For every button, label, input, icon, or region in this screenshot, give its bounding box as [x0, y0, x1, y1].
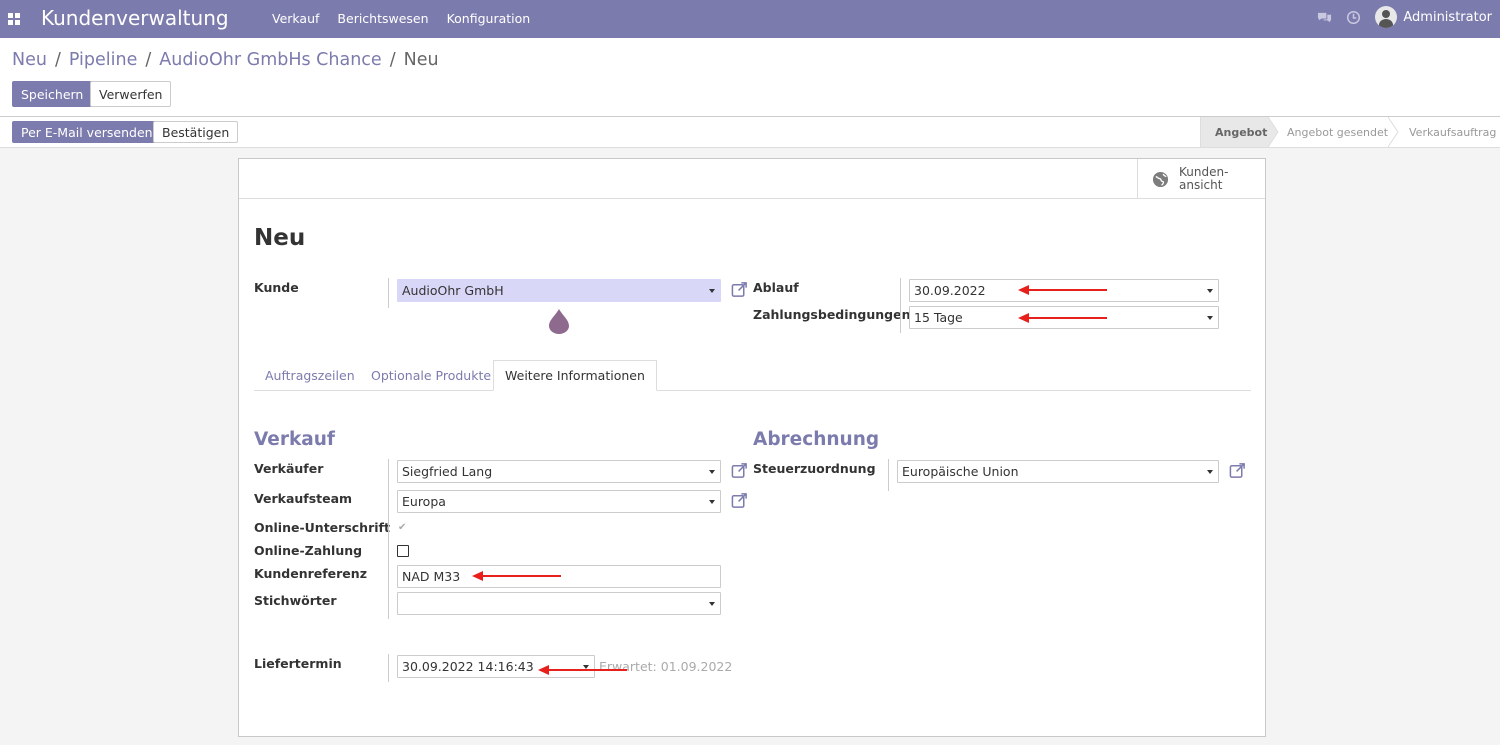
user-name[interactable]: Administrator: [1403, 10, 1492, 25]
control-panel: Neu / Pipeline / AudioOhr GmbHs Chance /…: [0, 38, 1500, 117]
delivery-date-field[interactable]: 30.09.2022 14:16:43: [397, 655, 595, 678]
chevron-down-icon: [709, 602, 715, 606]
send-email-button[interactable]: Per E-Mail versenden: [12, 121, 162, 143]
stage-separator: [1268, 117, 1279, 147]
confirm-button[interactable]: Bestätigen: [153, 121, 239, 143]
stage-angebot-gesendet[interactable]: Angebot gesendet: [1287, 117, 1388, 147]
stage-separator: [1388, 117, 1399, 147]
external-link-icon[interactable]: [731, 492, 748, 509]
statusbar-divider: [1200, 117, 1201, 147]
delivery-date-label: Liefertermin: [254, 656, 342, 671]
chevron-down-icon: [1207, 316, 1213, 320]
expiration-label: Ablauf: [753, 280, 799, 295]
online-signature-label: Online-Unterschrift: [254, 520, 390, 535]
customer-value: AudioOhr GmbH: [402, 283, 504, 298]
tab-weitere-informationen[interactable]: Weitere Informationen: [493, 360, 657, 391]
field-divider: [388, 278, 389, 308]
user-avatar[interactable]: [1375, 6, 1398, 28]
breadcrumb-separator: /: [54, 50, 61, 70]
chat-icon[interactable]: [1317, 10, 1332, 25]
activity-clock-icon[interactable]: [1346, 10, 1361, 25]
external-link-icon[interactable]: [731, 462, 748, 479]
annotation-arrow: [1018, 313, 1107, 323]
breadcrumb-current: Neu: [403, 50, 439, 70]
delivery-date-value: 30.09.2022 14:16:43: [402, 659, 534, 674]
breadcrumb-item[interactable]: Pipeline: [69, 50, 138, 70]
save-button[interactable]: Speichern: [12, 81, 93, 107]
menu-item-verkauf[interactable]: Verkauf: [272, 11, 319, 26]
annotation-arrow: [1018, 285, 1107, 295]
tags-select[interactable]: [397, 592, 721, 615]
external-link-icon[interactable]: [731, 281, 748, 298]
customer-reference-value: NAD M33: [402, 569, 461, 584]
field-divider: [900, 278, 901, 333]
online-payment-checkbox[interactable]: [397, 545, 409, 557]
payment-terms-value: 15 Tage: [914, 310, 963, 325]
button-box: Kunden- ansicht: [239, 159, 1265, 199]
app-title[interactable]: Kundenverwaltung: [41, 6, 229, 30]
breadcrumb: Neu / Pipeline / AudioOhr GmbHs Chance /…: [12, 50, 439, 70]
customer-preview-label: Kunden- ansicht: [1179, 166, 1228, 192]
online-signature-checkbox[interactable]: ✔: [398, 522, 406, 533]
chevron-down-icon: [1207, 470, 1213, 474]
sales-team-value: Europa: [402, 494, 446, 509]
form-sheet: Kunden- ansicht Neu Kunde AudioOhr GmbH …: [238, 158, 1266, 737]
online-payment-label: Online-Zahlung: [254, 543, 363, 558]
stage-angebot[interactable]: Angebot: [1201, 117, 1269, 147]
tab-auftragszeilen[interactable]: Auftragszeilen: [254, 360, 366, 391]
record-title: Neu: [254, 225, 306, 251]
discard-button[interactable]: Verwerfen: [90, 81, 172, 107]
breadcrumb-item[interactable]: Neu: [12, 50, 47, 70]
fiscal-position-value: Europäische Union: [902, 464, 1019, 479]
customer-label: Kunde: [254, 280, 299, 295]
breadcrumb-separator: /: [145, 50, 152, 70]
expiration-value: 30.09.2022: [914, 283, 986, 298]
notebook-tabs: Auftragszeilen Optionale Produkte Weiter…: [254, 360, 1251, 391]
sales-team-select[interactable]: Europa: [397, 490, 721, 513]
tab-optionale-produkte[interactable]: Optionale Produkte: [360, 360, 502, 391]
top-navbar: Kundenverwaltung Verkauf Berichtswesen K…: [0, 0, 1500, 38]
loading-drop-icon: [549, 309, 569, 334]
chevron-down-icon: [709, 500, 715, 504]
main-menu: Verkauf Berichtswesen Konfiguration: [272, 11, 530, 26]
sales-team-label: Verkaufsteam: [254, 491, 353, 506]
salesperson-select[interactable]: Siegfried Lang: [397, 460, 721, 483]
field-divider: [388, 654, 389, 682]
customer-reference-label: Kundenreferenz: [254, 566, 367, 581]
fiscal-position-select[interactable]: Europäische Union: [897, 460, 1219, 483]
annotation-arrow: [472, 571, 561, 581]
chevron-down-icon: [709, 289, 715, 293]
globe-icon: [1152, 171, 1169, 187]
annotation-arrow: [538, 665, 627, 675]
customer-preview-button[interactable]: Kunden- ansicht: [1137, 159, 1265, 199]
breadcrumb-item[interactable]: AudioOhr GmbHs Chance: [159, 50, 381, 70]
expected-date-hint: Erwartet: 01.09.2022: [599, 659, 733, 674]
field-divider: [888, 459, 889, 491]
tags-label: Stichwörter: [254, 593, 337, 608]
customer-select[interactable]: AudioOhr GmbH: [397, 279, 721, 302]
stage-verkaufsauftrag[interactable]: Verkaufsauftrag: [1409, 117, 1496, 147]
salesperson-label: Verkäufer: [254, 461, 324, 476]
field-divider: [388, 459, 389, 619]
salesperson-value: Siegfried Lang: [402, 464, 493, 479]
menu-item-konfiguration[interactable]: Konfiguration: [447, 11, 531, 26]
menu-item-berichtswesen[interactable]: Berichtswesen: [337, 11, 428, 26]
section-title-invoicing: Abrechnung: [753, 429, 880, 450]
chevron-down-icon: [1207, 289, 1213, 293]
section-title-sales: Verkauf: [254, 429, 335, 450]
breadcrumb-separator: /: [389, 50, 396, 70]
fiscal-position-label: Steuerzuordnung: [753, 461, 876, 476]
smart-label-line2: ansicht: [1179, 178, 1223, 192]
external-link-icon[interactable]: [1229, 462, 1246, 479]
chevron-down-icon: [709, 470, 715, 474]
payment-terms-label: Zahlungsbedingungen: [753, 307, 911, 322]
form-statusbar: Per E-Mail versenden Bestätigen Angebot …: [0, 117, 1500, 148]
apps-menu-icon[interactable]: [8, 13, 20, 25]
